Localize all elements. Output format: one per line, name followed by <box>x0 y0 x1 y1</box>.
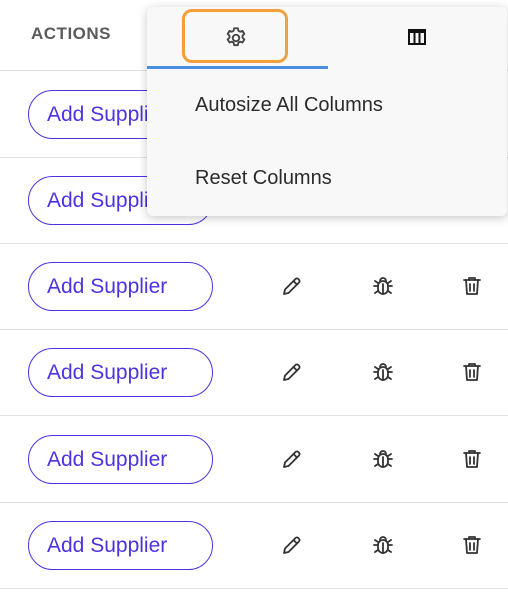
actions-header-label: ACTIONS <box>31 24 111 43</box>
table-row: Add Supplier <box>0 244 508 330</box>
active-tab-indicator <box>147 66 328 69</box>
trash-icon[interactable] <box>460 274 484 298</box>
pencil-icon[interactable] <box>280 360 304 384</box>
gear-icon[interactable] <box>223 25 249 51</box>
trash-icon[interactable] <box>460 533 484 557</box>
table-row: Add Supplier <box>0 330 508 416</box>
add-supplier-button[interactable]: Add Supplier <box>28 435 213 484</box>
add-supplier-button[interactable]: Add Supplier <box>28 521 213 570</box>
autosize-all-columns-menu-item[interactable]: Autosize All Columns <box>195 94 383 117</box>
pencil-icon[interactable] <box>280 274 304 298</box>
tab-general[interactable] <box>147 7 328 69</box>
bug-icon[interactable] <box>371 447 395 471</box>
trash-icon[interactable] <box>460 447 484 471</box>
column-menu-popup: Autosize All Columns Reset Columns <box>147 7 507 216</box>
bug-icon[interactable] <box>371 360 395 384</box>
reset-columns-menu-item[interactable]: Reset Columns <box>195 167 332 190</box>
trash-icon[interactable] <box>460 360 484 384</box>
pencil-icon[interactable] <box>280 447 304 471</box>
columns-icon[interactable] <box>408 29 426 45</box>
tab-columns[interactable] <box>328 7 507 69</box>
pencil-icon[interactable] <box>280 533 304 557</box>
bug-icon[interactable] <box>371 274 395 298</box>
add-supplier-button[interactable]: Add Supplier <box>28 262 213 311</box>
table-row: Add Supplier <box>0 417 508 503</box>
add-supplier-button[interactable]: Add Supplier <box>28 348 213 397</box>
table-row: Add Supplier <box>0 503 508 589</box>
bug-icon[interactable] <box>371 533 395 557</box>
